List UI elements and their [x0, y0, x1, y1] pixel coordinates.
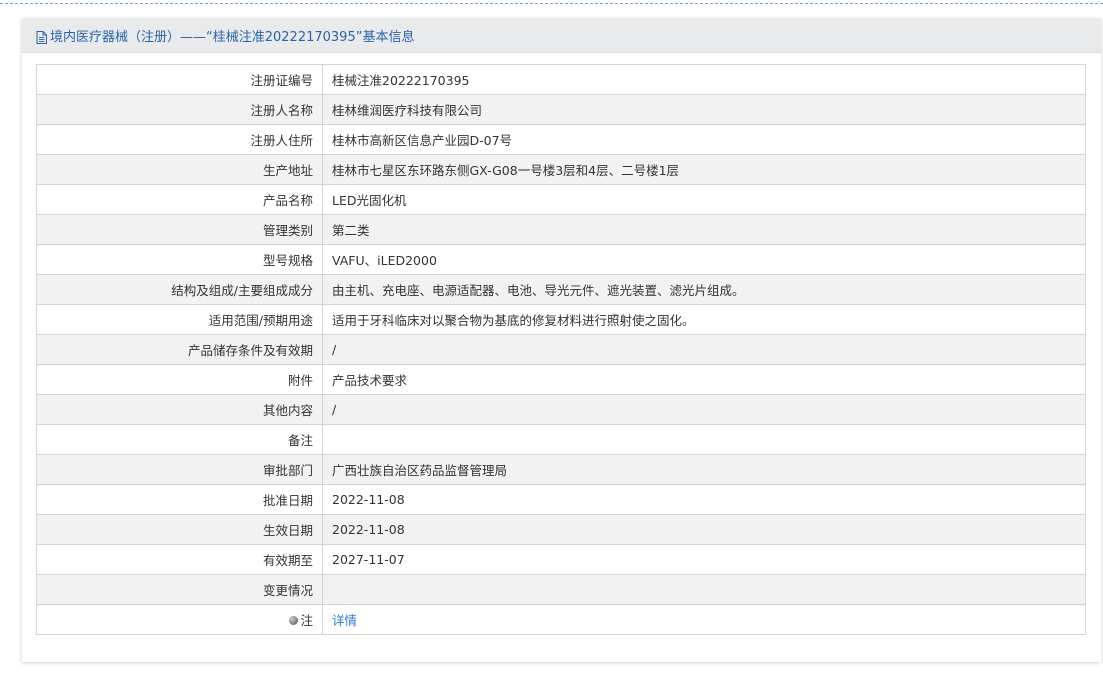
- table-row: 产品储存条件及有效期 /: [36, 334, 1086, 365]
- row-value: 2022-11-08: [322, 484, 1086, 515]
- row-label: 审批部门: [36, 454, 323, 485]
- row-label: 产品名称: [36, 184, 323, 215]
- table-row: 批准日期 2022-11-08: [36, 484, 1086, 515]
- note-label-cell: 注: [36, 604, 323, 635]
- info-table: 注册证编号 桂械注准20222170395 注册人名称 桂林维润医疗科技有限公司…: [36, 64, 1086, 635]
- row-value: VAFU、iLED2000: [322, 244, 1086, 275]
- row-label: 管理类别: [36, 214, 323, 245]
- table-row: 型号规格 VAFU、iLED2000: [36, 244, 1086, 275]
- table-row: 产品名称 LED光固化机: [36, 184, 1086, 215]
- row-label: 注册人名称: [36, 94, 323, 125]
- row-value: 2027-11-07: [322, 544, 1086, 575]
- row-value: 桂林维润医疗科技有限公司: [322, 94, 1086, 125]
- table-row: 变更情况: [36, 574, 1086, 605]
- row-label: 产品储存条件及有效期: [36, 334, 323, 365]
- detail-link[interactable]: 详情: [332, 613, 357, 628]
- table-row: 适用范围/预期用途 适用于牙科临床对以聚合物为基底的修复材料进行照射使之固化。: [36, 304, 1086, 335]
- table-row: 审批部门 广西壮族自治区药品监督管理局: [36, 454, 1086, 485]
- row-label: 生效日期: [36, 514, 323, 545]
- row-value: 桂械注准20222170395: [322, 64, 1086, 95]
- table-row: 备注: [36, 424, 1086, 455]
- note-value-cell: 详情: [322, 604, 1086, 635]
- row-value: 2022-11-08: [322, 514, 1086, 545]
- table-row: 注册证编号 桂械注准20222170395: [36, 64, 1086, 95]
- table-row: 生效日期 2022-11-08: [36, 514, 1086, 545]
- row-label: 有效期至: [36, 544, 323, 575]
- row-label: 备注: [36, 424, 323, 455]
- table-row: 注册人住所 桂林市高新区信息产业园D-07号: [36, 124, 1086, 155]
- basic-info-panel: 境内医疗器械（注册）——“桂械注准20222170395”基本信息 注册证编号 …: [22, 18, 1101, 662]
- row-label: 变更情况: [36, 574, 323, 605]
- table-row-note: 注 详情: [36, 604, 1086, 635]
- row-value: /: [322, 394, 1086, 425]
- page-title: 境内医疗器械（注册）——“桂械注准20222170395”基本信息: [50, 29, 415, 45]
- table-row: 生产地址 桂林市七星区东环路东侧GX-G08一号楼3层和4层、二号楼1层: [36, 154, 1086, 185]
- row-value: LED光固化机: [322, 184, 1086, 215]
- row-label: 型号规格: [36, 244, 323, 275]
- row-value: 产品技术要求: [322, 364, 1086, 395]
- row-label: 附件: [36, 364, 323, 395]
- row-label: 注册证编号: [36, 64, 323, 95]
- table-row: 结构及组成/主要组成成分 由主机、充电座、电源适配器、电池、导光元件、遮光装置、…: [36, 274, 1086, 305]
- document-icon: [36, 29, 47, 44]
- table-row: 有效期至 2027-11-07: [36, 544, 1086, 575]
- panel-header: 境内医疗器械（注册）——“桂械注准20222170395”基本信息: [22, 18, 1101, 53]
- note-bullet-icon: [289, 616, 299, 625]
- row-value: [322, 424, 1086, 455]
- row-label: 注: [300, 613, 313, 628]
- table-row: 其他内容 /: [36, 394, 1086, 425]
- row-value: 适用于牙科临床对以聚合物为基底的修复材料进行照射使之固化。: [322, 304, 1086, 335]
- row-value: 桂林市高新区信息产业园D-07号: [322, 124, 1086, 155]
- table-row: 附件 产品技术要求: [36, 364, 1086, 395]
- row-label: 批准日期: [36, 484, 323, 515]
- table-row: 管理类别 第二类: [36, 214, 1086, 245]
- row-value: /: [322, 334, 1086, 365]
- row-value: 由主机、充电座、电源适配器、电池、导光元件、遮光装置、滤光片组成。: [322, 274, 1086, 305]
- row-label: 结构及组成/主要组成成分: [36, 274, 323, 305]
- row-value: 第二类: [322, 214, 1086, 245]
- row-label: 生产地址: [36, 154, 323, 185]
- top-dashed-rule: [0, 0, 1103, 4]
- table-row: 注册人名称 桂林维润医疗科技有限公司: [36, 94, 1086, 125]
- row-label: 注册人住所: [36, 124, 323, 155]
- row-label: 适用范围/预期用途: [36, 304, 323, 335]
- row-value: 桂林市七星区东环路东侧GX-G08一号楼3层和4层、二号楼1层: [322, 154, 1086, 185]
- row-value: [322, 574, 1086, 605]
- row-value: 广西壮族自治区药品监督管理局: [322, 454, 1086, 485]
- row-label: 其他内容: [36, 394, 323, 425]
